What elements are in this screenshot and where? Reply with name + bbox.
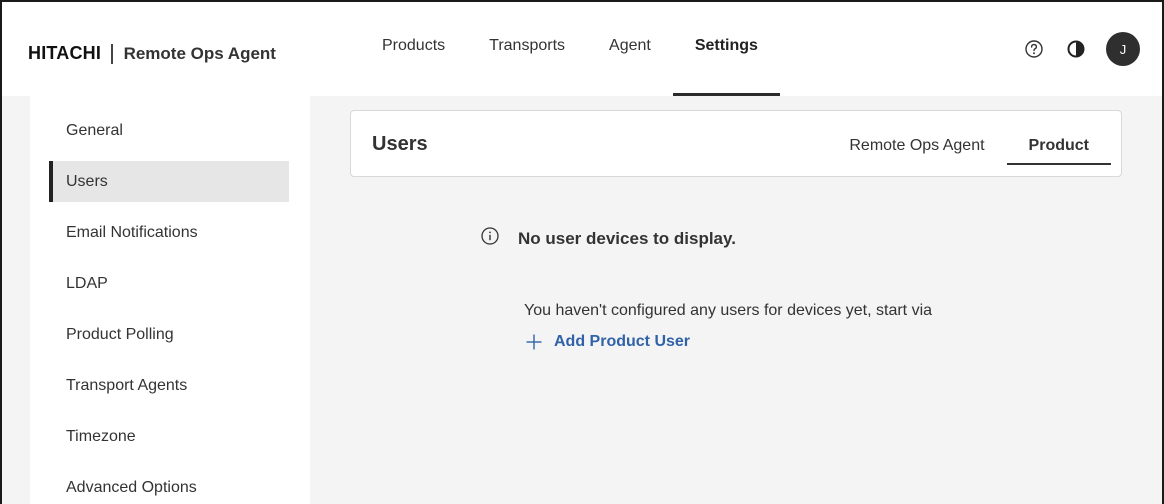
sidebar-item-email-notifications[interactable]: Email Notifications xyxy=(49,212,289,253)
brand-divider xyxy=(111,43,113,64)
nav-agent[interactable]: Agent xyxy=(587,2,673,96)
sidebar-item-general[interactable]: General xyxy=(49,110,289,151)
tab-product[interactable]: Product xyxy=(1006,127,1112,165)
brand-logo: HITACHI xyxy=(28,43,102,63)
sidebar-item-timezone[interactable]: Timezone xyxy=(49,416,289,457)
add-product-user-label: Add Product User xyxy=(554,333,691,350)
sidebar-item-advanced-options[interactable]: Advanced Options xyxy=(49,467,289,504)
add-product-user-button[interactable]: Add Product User xyxy=(524,332,690,352)
settings-sidebar: General Users Email Notifications LDAP P… xyxy=(30,96,310,504)
nav-settings[interactable]: Settings xyxy=(672,2,781,96)
app-window: HITACHI Remote Ops Agent Products Transp… xyxy=(0,0,1164,504)
sidebar-item-transport-agents[interactable]: Transport Agents xyxy=(49,365,289,406)
top-header: HITACHI Remote Ops Agent Products Transp… xyxy=(2,2,1162,96)
info-icon xyxy=(480,226,500,251)
sidebar-item-product-polling[interactable]: Product Polling xyxy=(49,314,289,355)
empty-state-header: No user devices to display. xyxy=(480,226,736,251)
sidebar-item-users[interactable]: Users xyxy=(49,161,289,202)
users-card: Users Remote Ops Agent Product xyxy=(350,110,1122,177)
nav-products[interactable]: Products xyxy=(360,2,467,96)
users-tabs: Remote Ops Agent Product xyxy=(827,127,1112,165)
empty-state-message: You haven't configured any users for dev… xyxy=(524,302,933,319)
page-title: Users xyxy=(372,133,428,155)
contrast-icon[interactable] xyxy=(1064,37,1088,61)
sidebar-item-ldap[interactable]: LDAP xyxy=(49,263,289,304)
header-actions: J xyxy=(1022,32,1140,66)
tab-remote-ops-agent[interactable]: Remote Ops Agent xyxy=(827,127,1006,165)
empty-state-title: No user devices to display. xyxy=(518,228,736,248)
brand: HITACHI Remote Ops Agent xyxy=(28,43,276,64)
plus-icon xyxy=(526,334,542,350)
user-avatar[interactable]: J xyxy=(1106,32,1140,66)
app-name: Remote Ops Agent xyxy=(123,43,276,63)
main-nav: Products Transports Agent Settings xyxy=(360,2,781,96)
nav-transports[interactable]: Transports xyxy=(467,2,587,96)
help-circle-icon[interactable] xyxy=(1022,37,1046,61)
